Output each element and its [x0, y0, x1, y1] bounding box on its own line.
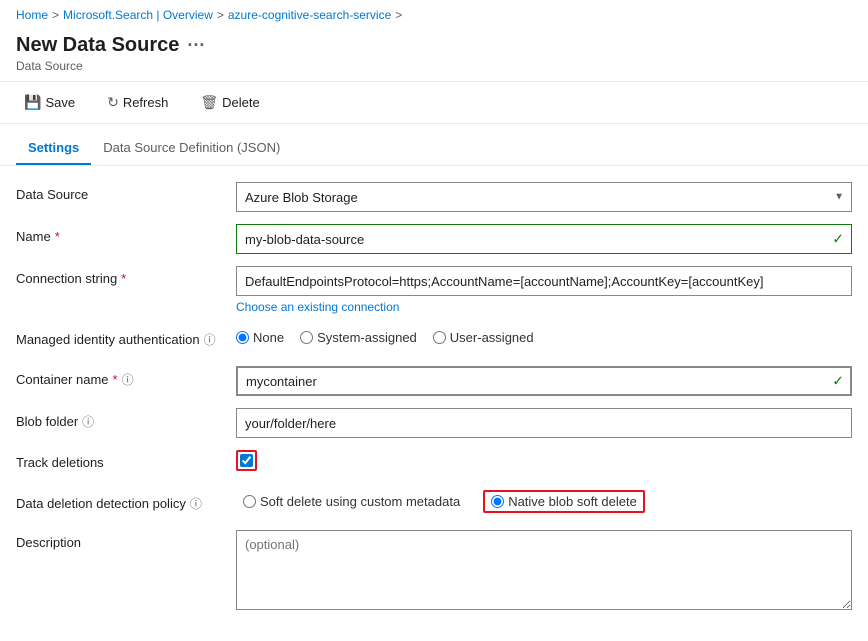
- deletion-policy-label: Data deletion detection policy ⓘ: [16, 490, 236, 512]
- radio-system-input[interactable]: [300, 331, 313, 344]
- name-label: Name *: [16, 224, 236, 244]
- description-textarea[interactable]: [236, 530, 852, 610]
- managed-identity-control: None System-assigned User-assigned: [236, 326, 852, 345]
- radio-none-input[interactable]: [236, 331, 249, 344]
- container-required: *: [113, 372, 118, 387]
- refresh-icon: ↻: [107, 94, 119, 111]
- deletion-policy-row: Data deletion detection policy ⓘ Soft de…: [16, 490, 852, 518]
- track-deletions-control: [236, 450, 852, 471]
- save-icon: 💾: [24, 94, 41, 111]
- blob-folder-row: Blob folder ⓘ: [16, 408, 852, 438]
- track-deletions-row: Track deletions: [16, 450, 852, 478]
- name-required: *: [55, 229, 60, 244]
- managed-identity-row: Managed identity authentication ⓘ None S…: [16, 326, 852, 354]
- container-check-icon: ✓: [832, 373, 844, 390]
- data-source-select[interactable]: Azure Blob Storage Azure SQL Database Az…: [236, 182, 852, 212]
- deletion-policy-control: Soft delete using custom metadata Native…: [236, 490, 852, 513]
- managed-identity-label: Managed identity authentication ⓘ: [16, 326, 236, 348]
- save-button[interactable]: 💾 Save: [16, 90, 83, 115]
- breadcrumb-search[interactable]: Microsoft.Search | Overview: [63, 8, 213, 22]
- connection-string-label: Connection string *: [16, 266, 236, 286]
- connection-string-input[interactable]: [236, 266, 852, 296]
- check-icon: ✓: [832, 231, 844, 248]
- toolbar: 💾 Save ↻ Refresh 🗑 Delete: [0, 82, 868, 124]
- data-source-control: Azure Blob Storage Azure SQL Database Az…: [236, 182, 852, 212]
- container-name-row: Container name * ⓘ ✓: [16, 366, 852, 396]
- blob-folder-input[interactable]: [236, 408, 852, 438]
- radio-native-blob[interactable]: Native blob soft delete: [483, 490, 645, 513]
- breadcrumb: Home > Microsoft.Search | Overview > azu…: [0, 0, 868, 30]
- name-control: ✓: [236, 224, 852, 254]
- description-row: Description: [16, 530, 852, 613]
- container-name-input[interactable]: [236, 366, 852, 396]
- radio-user-input[interactable]: [433, 331, 446, 344]
- container-name-label: Container name * ⓘ: [16, 366, 236, 388]
- tabs: Settings Data Source Definition (JSON): [0, 132, 868, 166]
- track-deletions-checkbox[interactable]: [240, 454, 253, 467]
- breadcrumb-home[interactable]: Home: [16, 8, 48, 22]
- track-deletions-label: Track deletions: [16, 450, 236, 470]
- blob-folder-label: Blob folder ⓘ: [16, 408, 236, 430]
- description-control: [236, 530, 852, 613]
- radio-native-blob-input[interactable]: [491, 495, 504, 508]
- tab-json[interactable]: Data Source Definition (JSON): [91, 132, 292, 165]
- managed-identity-radio-group: None System-assigned User-assigned: [236, 326, 852, 345]
- deletion-policy-radio-group: Soft delete using custom metadata Native…: [236, 490, 852, 513]
- conn-required: *: [121, 271, 126, 286]
- container-info-icon[interactable]: ⓘ: [122, 371, 134, 388]
- radio-none[interactable]: None: [236, 330, 284, 345]
- blob-folder-control: [236, 408, 852, 438]
- name-row: Name * ✓: [16, 224, 852, 254]
- page-title: New Data Source: [16, 34, 179, 57]
- breadcrumb-service[interactable]: azure-cognitive-search-service: [228, 8, 391, 22]
- choose-connection-link[interactable]: Choose an existing connection: [236, 300, 852, 314]
- track-deletions-highlight: [236, 450, 257, 471]
- radio-system-assigned[interactable]: System-assigned: [300, 330, 417, 345]
- managed-identity-info-icon[interactable]: ⓘ: [204, 331, 216, 348]
- connection-string-row: Connection string * Choose an existing c…: [16, 266, 852, 314]
- delete-icon: 🗑: [200, 94, 218, 111]
- connection-string-control: Choose an existing connection: [236, 266, 852, 314]
- description-label: Description: [16, 530, 236, 550]
- radio-user-assigned[interactable]: User-assigned: [433, 330, 534, 345]
- more-options-icon[interactable]: ···: [187, 35, 205, 56]
- data-source-label: Data Source: [16, 182, 236, 202]
- container-name-control: ✓: [236, 366, 852, 396]
- blob-folder-info-icon[interactable]: ⓘ: [82, 413, 94, 430]
- form-container: Data Source Azure Blob Storage Azure SQL…: [0, 166, 868, 641]
- refresh-button[interactable]: ↻ Refresh: [99, 90, 176, 115]
- page-header: New Data Source ··· Data Source: [0, 30, 868, 82]
- name-input[interactable]: [236, 224, 852, 254]
- page-subtitle: Data Source: [16, 59, 852, 73]
- tab-settings[interactable]: Settings: [16, 132, 91, 165]
- data-source-row: Data Source Azure Blob Storage Azure SQL…: [16, 182, 852, 212]
- radio-soft-delete[interactable]: Soft delete using custom metadata: [236, 491, 467, 512]
- delete-button[interactable]: 🗑 Delete: [192, 90, 267, 115]
- deletion-policy-info-icon[interactable]: ⓘ: [190, 495, 202, 512]
- radio-soft-delete-input[interactable]: [243, 495, 256, 508]
